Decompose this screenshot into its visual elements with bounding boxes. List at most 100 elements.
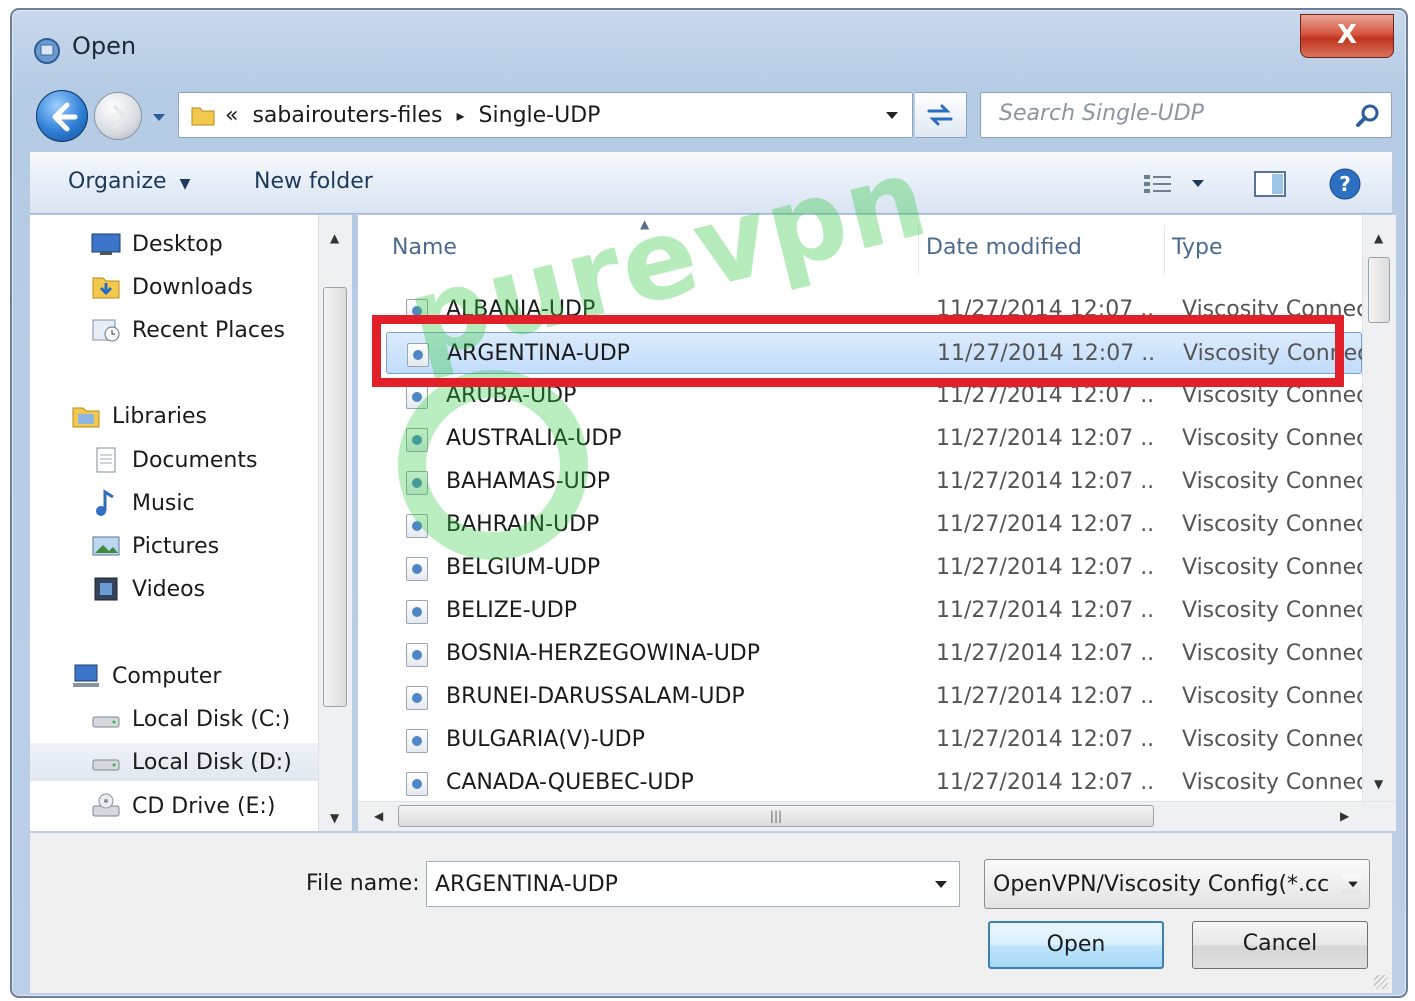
scroll-down-arrow-icon[interactable]: ▼ — [1374, 777, 1383, 791]
nav-item-videos[interactable]: Videos — [90, 570, 205, 608]
config-file-icon — [406, 772, 428, 796]
nav-label: Libraries — [112, 403, 208, 429]
preview-pane-icon[interactable] — [1252, 167, 1288, 201]
chevron-down-icon — [1341, 874, 1361, 894]
file-row-bulgaria-v-udp[interactable]: BULGARIA(V)-UDP 11/27/2014 12:07 ... Vis… — [386, 719, 1362, 761]
config-file-icon — [406, 686, 428, 710]
column-header-date-modified[interactable]: Date modified — [926, 235, 1082, 260]
file-list-horizontal-scrollbar[interactable]: ◀ ||| ▶ — [358, 801, 1396, 831]
cancel-button[interactable]: Cancel — [1192, 921, 1368, 969]
open-button[interactable]: Open — [988, 921, 1164, 969]
scroll-up-arrow-icon[interactable]: ▲ — [1374, 231, 1383, 245]
resize-grip[interactable] — [1374, 975, 1388, 989]
address-dropdown-icon[interactable] — [882, 105, 902, 125]
breadcrumb-single-udp[interactable]: Single-UDP — [479, 103, 601, 128]
file-type: Viscosity Connect — [1182, 426, 1362, 451]
scroll-up-arrow-icon[interactable]: ▲ — [330, 231, 339, 245]
file-date: 11/27/2014 12:07 ... — [936, 469, 1156, 494]
back-button[interactable] — [36, 90, 88, 142]
file-date: 11/27/2014 12:07 ... — [936, 426, 1156, 451]
file-type: Viscosity Connect — [1182, 469, 1362, 494]
nav-item-local-disk-d[interactable]: Local Disk (D:) — [30, 743, 318, 781]
nav-label: Recent Places — [132, 317, 285, 343]
breadcrumb-overflow[interactable]: « — [225, 103, 238, 128]
file-name-input[interactable]: ARGENTINA-UDP — [426, 861, 960, 907]
file-type-select[interactable]: OpenVPN/Viscosity Config(*.cc — [984, 859, 1370, 909]
close-button[interactable]: X — [1300, 14, 1394, 58]
forward-arrow-icon — [113, 105, 128, 129]
file-type-value: OpenVPN/Viscosity Config(*.cc — [993, 872, 1330, 897]
nav-item-music[interactable]: Music — [90, 484, 195, 522]
nav-item-pictures[interactable]: Pictures — [90, 527, 219, 565]
refresh-button[interactable] — [915, 92, 967, 138]
scroll-down-arrow-icon[interactable]: ▼ — [330, 811, 339, 825]
file-name: BULGARIA(V)-UDP — [446, 727, 645, 752]
column-header-type[interactable]: Type — [1172, 235, 1223, 260]
search-input[interactable]: Search Single-UDP — [980, 92, 1392, 138]
file-date: 11/27/2014 12:07 ... — [936, 684, 1156, 709]
file-type: Viscosity Connect — [1182, 641, 1362, 666]
navigation-scroll-thumb[interactable] — [323, 287, 347, 707]
config-file-icon — [406, 600, 428, 624]
file-date: 11/27/2014 12:07 ... — [936, 770, 1156, 795]
nav-label: Local Disk (D:) — [132, 749, 292, 775]
music-icon — [96, 489, 114, 516]
view-options-icon[interactable] — [1140, 167, 1210, 201]
file-row-bosnia-herzegowina-udp[interactable]: BOSNIA-HERZEGOWINA-UDP 11/27/2014 12:07 … — [386, 633, 1362, 675]
nav-item-downloads[interactable]: Downloads — [90, 268, 253, 306]
nav-item-documents[interactable]: Documents — [90, 441, 257, 479]
organize-button[interactable]: Organize ▼ — [68, 169, 190, 194]
search-placeholder: Search Single-UDP — [999, 101, 1204, 126]
nav-item-computer[interactable]: Computer — [70, 657, 221, 695]
file-row-brunei-darussalam-udp[interactable]: BRUNEI-DARUSSALAM-UDP 11/27/2014 12:07 .… — [386, 676, 1362, 718]
window-title: Open — [72, 32, 137, 60]
config-file-icon — [406, 557, 428, 581]
file-list-scroll-thumb[interactable] — [1368, 257, 1390, 323]
navigation-scrollbar[interactable]: ▲ ▼ — [318, 215, 352, 831]
search-icon[interactable] — [1355, 103, 1381, 129]
column-divider[interactable] — [1164, 225, 1165, 275]
open-dialog: Open X « sabairouters-files ▸ Single-UDP — [10, 8, 1408, 998]
breadcrumb-separator[interactable]: ▸ — [457, 106, 465, 125]
file-type: Viscosity Connect — [1182, 598, 1362, 623]
file-date: 11/27/2014 12:07 ... — [936, 641, 1156, 666]
file-date: 11/27/2014 12:07 ... — [936, 727, 1156, 752]
file-type: Viscosity Connect — [1182, 555, 1362, 580]
downloads-folder-icon — [92, 277, 120, 299]
horizontal-scroll-thumb[interactable]: ||| — [398, 805, 1154, 827]
file-date: 11/27/2014 12:07 ... — [936, 598, 1156, 623]
config-file-icon — [406, 729, 428, 753]
nav-item-cd-drive-e[interactable]: CD Drive (E:) — [90, 787, 275, 825]
hard-drive-icon — [92, 759, 120, 771]
chevron-down-icon[interactable] — [931, 874, 951, 894]
refresh-icon — [927, 104, 953, 126]
help-icon[interactable]: ? — [1328, 167, 1362, 201]
breadcrumb-sabairouters-files[interactable]: sabairouters-files — [252, 103, 442, 128]
file-name: BRUNEI-DARUSSALAM-UDP — [446, 684, 745, 709]
nav-label: Videos — [132, 576, 206, 602]
forward-button[interactable] — [94, 92, 142, 140]
nav-label: Local Disk (C:) — [132, 706, 291, 732]
nav-label: Desktop — [132, 231, 223, 257]
title-bar[interactable]: Open X — [12, 10, 1406, 84]
file-row-canada-quebec-udp[interactable]: CANADA-QUEBEC-UDP 11/27/2014 12:07 ... V… — [386, 762, 1362, 801]
file-date: 11/27/2014 12:07 ... — [936, 555, 1156, 580]
documents-icon — [96, 447, 116, 473]
scroll-right-arrow-icon[interactable]: ▶ — [1340, 809, 1349, 823]
recent-pages-dropdown-icon[interactable] — [148, 106, 170, 128]
file-type: Viscosity Connect — [1182, 770, 1362, 795]
file-list-vertical-scrollbar[interactable]: ▲ ▼ — [1362, 215, 1396, 801]
nav-item-local-disk-c[interactable]: Local Disk (C:) — [90, 700, 290, 738]
file-type: Viscosity Connect — [1182, 684, 1362, 709]
nav-item-recent-places[interactable]: Recent Places — [90, 311, 285, 349]
file-name: BELGIUM-UDP — [446, 555, 601, 580]
file-name: BOSNIA-HERZEGOWINA-UDP — [446, 641, 761, 666]
address-bar[interactable]: « sabairouters-files ▸ Single-UDP — [178, 92, 913, 138]
new-folder-button[interactable]: New folder — [254, 169, 373, 194]
hard-drive-icon — [92, 716, 120, 728]
nav-item-desktop[interactable]: Desktop — [90, 225, 223, 263]
file-row-belgium-udp[interactable]: BELGIUM-UDP 11/27/2014 12:07 ... Viscosi… — [386, 547, 1362, 589]
nav-item-libraries[interactable]: Libraries — [70, 397, 207, 435]
scroll-left-arrow-icon[interactable]: ◀ — [374, 809, 383, 823]
file-row-belize-udp[interactable]: BELIZE-UDP 11/27/2014 12:07 ... Viscosit… — [386, 590, 1362, 632]
